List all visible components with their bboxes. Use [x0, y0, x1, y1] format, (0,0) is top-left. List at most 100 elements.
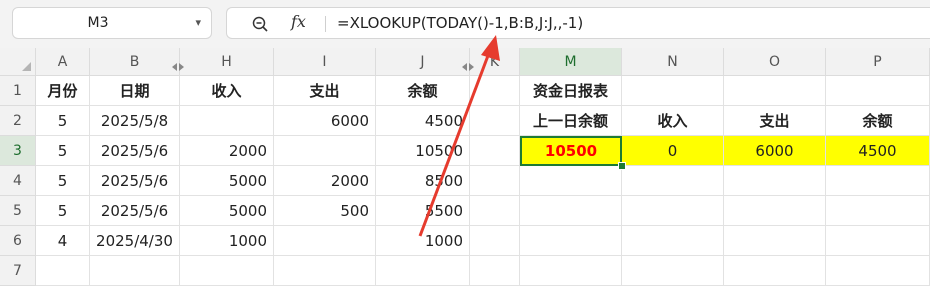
- cell-B7[interactable]: [90, 256, 180, 286]
- cell-O2[interactable]: 支出: [724, 106, 826, 136]
- row-header-5[interactable]: 5: [0, 196, 36, 226]
- cell-P1[interactable]: [826, 76, 930, 106]
- cell-A5[interactable]: 5: [36, 196, 90, 226]
- cell-A7[interactable]: [36, 256, 90, 286]
- cell-K1[interactable]: [470, 76, 520, 106]
- cell-A1[interactable]: 月份: [36, 76, 90, 106]
- column-header-K[interactable]: K: [470, 48, 520, 76]
- column-header-J[interactable]: J: [376, 48, 470, 76]
- cell-A2[interactable]: 5: [36, 106, 90, 136]
- cell-A3[interactable]: 5: [36, 136, 90, 166]
- cell-B6[interactable]: 2025/4/30: [90, 226, 180, 256]
- cell-A4[interactable]: 5: [36, 166, 90, 196]
- row-header-1[interactable]: 1: [0, 76, 36, 106]
- cell-I3[interactable]: [274, 136, 376, 166]
- cell-H5[interactable]: 5000: [180, 196, 274, 226]
- chevron-down-icon[interactable]: ▾: [195, 8, 201, 38]
- cell-K2[interactable]: [470, 106, 520, 136]
- cell-J7[interactable]: [376, 256, 470, 286]
- cell-O1[interactable]: [724, 76, 826, 106]
- select-all-icon[interactable]: [22, 62, 31, 71]
- cell-I7[interactable]: [274, 256, 376, 286]
- cell-B1[interactable]: 日期: [90, 76, 180, 106]
- cell-I6[interactable]: [274, 226, 376, 256]
- cell-O6[interactable]: [724, 226, 826, 256]
- formula-text[interactable]: =XLOOKUP(TODAY()-1,B:B,J:J,,-1): [337, 8, 583, 38]
- cell-I2[interactable]: 6000: [274, 106, 376, 136]
- column-header-I[interactable]: I: [274, 48, 376, 76]
- cell-I1[interactable]: 支出: [274, 76, 376, 106]
- row-header-3[interactable]: 3: [0, 136, 36, 166]
- cell-M2[interactable]: 上一日余额: [520, 106, 622, 136]
- cell-J2[interactable]: 4500: [376, 106, 470, 136]
- cell-M1[interactable]: 资金日报表: [520, 76, 622, 106]
- cell-K6[interactable]: [470, 226, 520, 256]
- column-header-M[interactable]: M: [520, 48, 622, 76]
- column-header-O[interactable]: O: [724, 48, 826, 76]
- cell-N3[interactable]: 0: [622, 136, 724, 166]
- cell-O3[interactable]: 6000: [724, 136, 826, 166]
- cell-J1[interactable]: 余额: [376, 76, 470, 106]
- cell-B4[interactable]: 2025/5/6: [90, 166, 180, 196]
- cell-M6[interactable]: [520, 226, 622, 256]
- cell-N5[interactable]: [622, 196, 724, 226]
- column-header-label: P: [873, 54, 882, 70]
- cell-B2[interactable]: 2025/5/8: [90, 106, 180, 136]
- hidden-columns-icon[interactable]: [462, 57, 474, 71]
- cell-M4[interactable]: [520, 166, 622, 196]
- select-all-corner[interactable]: [0, 48, 36, 76]
- hidden-columns-icon[interactable]: [172, 57, 184, 71]
- cell-P5[interactable]: [826, 196, 930, 226]
- cell-H7[interactable]: [180, 256, 274, 286]
- cell-N7[interactable]: [622, 256, 724, 286]
- fx-icon[interactable]: fx: [291, 12, 306, 31]
- cell-J4[interactable]: 8500: [376, 166, 470, 196]
- cell-H6[interactable]: 1000: [180, 226, 274, 256]
- column-header-H[interactable]: H: [180, 48, 274, 76]
- row-header-2[interactable]: 2: [0, 106, 36, 136]
- cell-M5[interactable]: [520, 196, 622, 226]
- cell-P7[interactable]: [826, 256, 930, 286]
- cell-N6[interactable]: [622, 226, 724, 256]
- cell-H2[interactable]: [180, 106, 274, 136]
- fill-handle[interactable]: [618, 162, 626, 170]
- cell-K3[interactable]: [470, 136, 520, 166]
- cell-O7[interactable]: [724, 256, 826, 286]
- cell-O4[interactable]: [724, 166, 826, 196]
- cell-B5[interactable]: 2025/5/6: [90, 196, 180, 226]
- cell-A6[interactable]: 4: [36, 226, 90, 256]
- column-header-B[interactable]: B: [90, 48, 180, 76]
- cell-M7[interactable]: [520, 256, 622, 286]
- column-header-P[interactable]: P: [826, 48, 930, 76]
- name-box[interactable]: M3 ▾: [12, 7, 212, 39]
- cell-J6[interactable]: 1000: [376, 226, 470, 256]
- cell-P3[interactable]: 4500: [826, 136, 930, 166]
- active-cell-M3[interactable]: 10500: [520, 136, 622, 166]
- cell-K7[interactable]: [470, 256, 520, 286]
- row-header-6[interactable]: 6: [0, 226, 36, 256]
- zoom-icon[interactable]: [251, 15, 269, 33]
- spreadsheet-grid[interactable]: A B H I J K M N O P 1 月份 日期 收入 支出 余额 资金日报表 2 5 2025/5/8 6000…: [0, 48, 930, 286]
- row-header-4[interactable]: 4: [0, 166, 36, 196]
- cell-N4[interactable]: [622, 166, 724, 196]
- column-header-N[interactable]: N: [622, 48, 724, 76]
- cell-H1[interactable]: 收入: [180, 76, 274, 106]
- row-header-7[interactable]: 7: [0, 256, 36, 286]
- cell-H4[interactable]: 5000: [180, 166, 274, 196]
- column-header-A[interactable]: A: [36, 48, 90, 76]
- cell-J3[interactable]: 10500: [376, 136, 470, 166]
- cell-K5[interactable]: [470, 196, 520, 226]
- cell-N2[interactable]: 收入: [622, 106, 724, 136]
- cell-J5[interactable]: 5500: [376, 196, 470, 226]
- cell-P6[interactable]: [826, 226, 930, 256]
- cell-H3[interactable]: 2000: [180, 136, 274, 166]
- formula-input[interactable]: fx =XLOOKUP(TODAY()-1,B:B,J:J,,-1): [226, 7, 930, 39]
- cell-I5[interactable]: 500: [274, 196, 376, 226]
- cell-N1[interactable]: [622, 76, 724, 106]
- cell-K4[interactable]: [470, 166, 520, 196]
- cell-O5[interactable]: [724, 196, 826, 226]
- cell-P2[interactable]: 余额: [826, 106, 930, 136]
- cell-B3[interactable]: 2025/5/6: [90, 136, 180, 166]
- cell-P4[interactable]: [826, 166, 930, 196]
- cell-I4[interactable]: 2000: [274, 166, 376, 196]
